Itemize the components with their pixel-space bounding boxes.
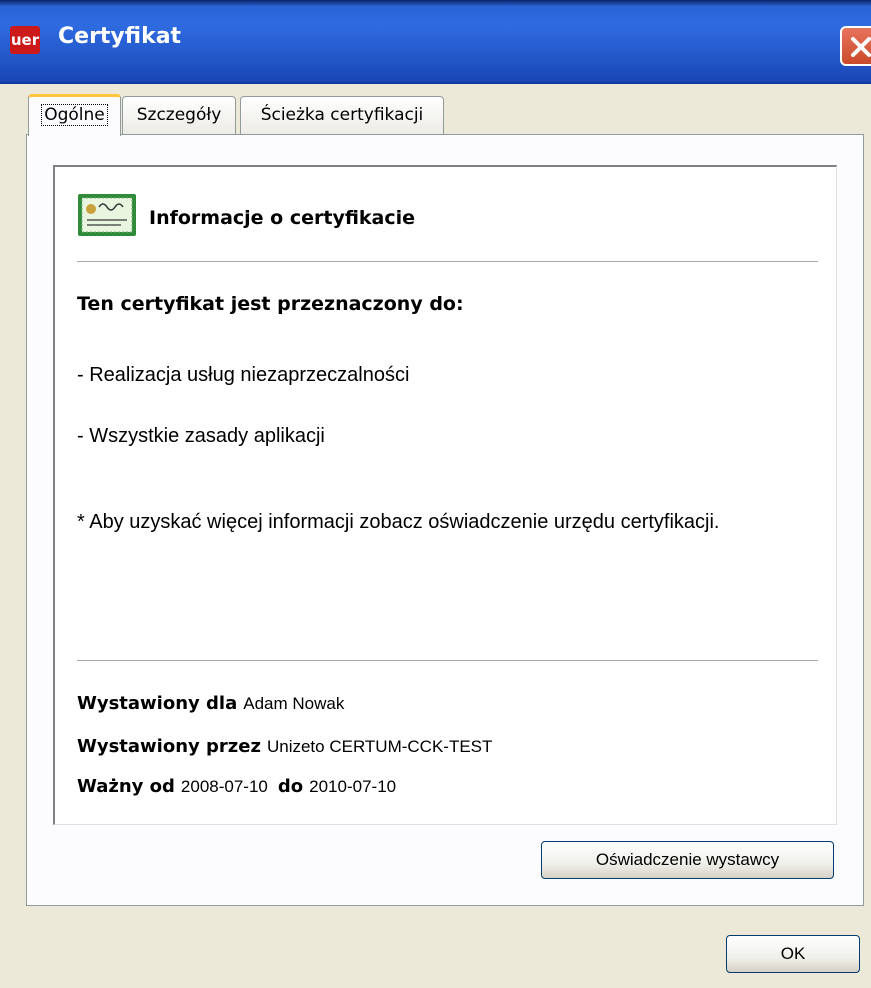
valid-to-label: do (277, 776, 304, 797)
issued-by-value: Unizeto CERTUM-CCK-TEST (266, 737, 493, 756)
certificate-icon (78, 194, 136, 236)
issued-to-value: Adam Nowak (243, 694, 345, 713)
divider (77, 261, 818, 262)
ok-button[interactable]: OK (726, 935, 860, 973)
info-heading: Informacje o certyfikacie (149, 207, 416, 229)
purpose-heading: Ten certyfikat jest przeznaczony do: (77, 293, 464, 315)
issued-by-row: Wystawiony przez Unizeto CERTUM-CCK-TEST (77, 736, 502, 757)
valid-from-value: 2008-07-10 (180, 777, 268, 796)
tab-details-label: Szczegóły (136, 105, 222, 125)
divider (77, 660, 818, 661)
certificate-info-frame: Informacje o certyfikacie Ten certyfikat… (53, 165, 837, 825)
issued-to-label: Wystawiony dla (77, 693, 238, 714)
validity-row: Ważny od 2008-07-10 do 2010-07-10 (77, 776, 406, 797)
issued-to-row: Wystawiony dla Adam Nowak (77, 693, 354, 714)
purpose-item: - Realizacja usług niezaprzeczalności (77, 364, 410, 386)
title-bar[interactable]: uer Certyfikat (0, 0, 871, 84)
tab-panel-general: Informacje o certyfikacie Ten certyfikat… (26, 134, 864, 906)
tab-certification-path[interactable]: Ścieżka certyfikacji (240, 96, 444, 134)
issuer-statement-button[interactable]: Oświadczenie wystawcy (541, 841, 834, 879)
issued-by-label: Wystawiony przez (77, 736, 261, 757)
close-icon (851, 37, 871, 57)
valid-from-label: Ważny od (77, 776, 175, 797)
tab-details[interactable]: Szczegóły (122, 96, 236, 134)
valid-to-value: 2010-07-10 (309, 777, 397, 796)
purpose-item: - Wszystkie zasady aplikacji (77, 425, 325, 447)
close-button[interactable] (840, 26, 871, 66)
app-logo-icon: uer (10, 26, 40, 54)
ca-statement-note: * Aby uzyskać więcej informacji zobacz o… (77, 511, 720, 533)
tab-certification-path-label: Ścieżka certyfikacji (260, 105, 424, 125)
tab-general-label: Ogólne (41, 104, 108, 126)
window-title: Certyfikat (58, 24, 182, 49)
tab-general[interactable]: Ogólne (28, 94, 121, 136)
